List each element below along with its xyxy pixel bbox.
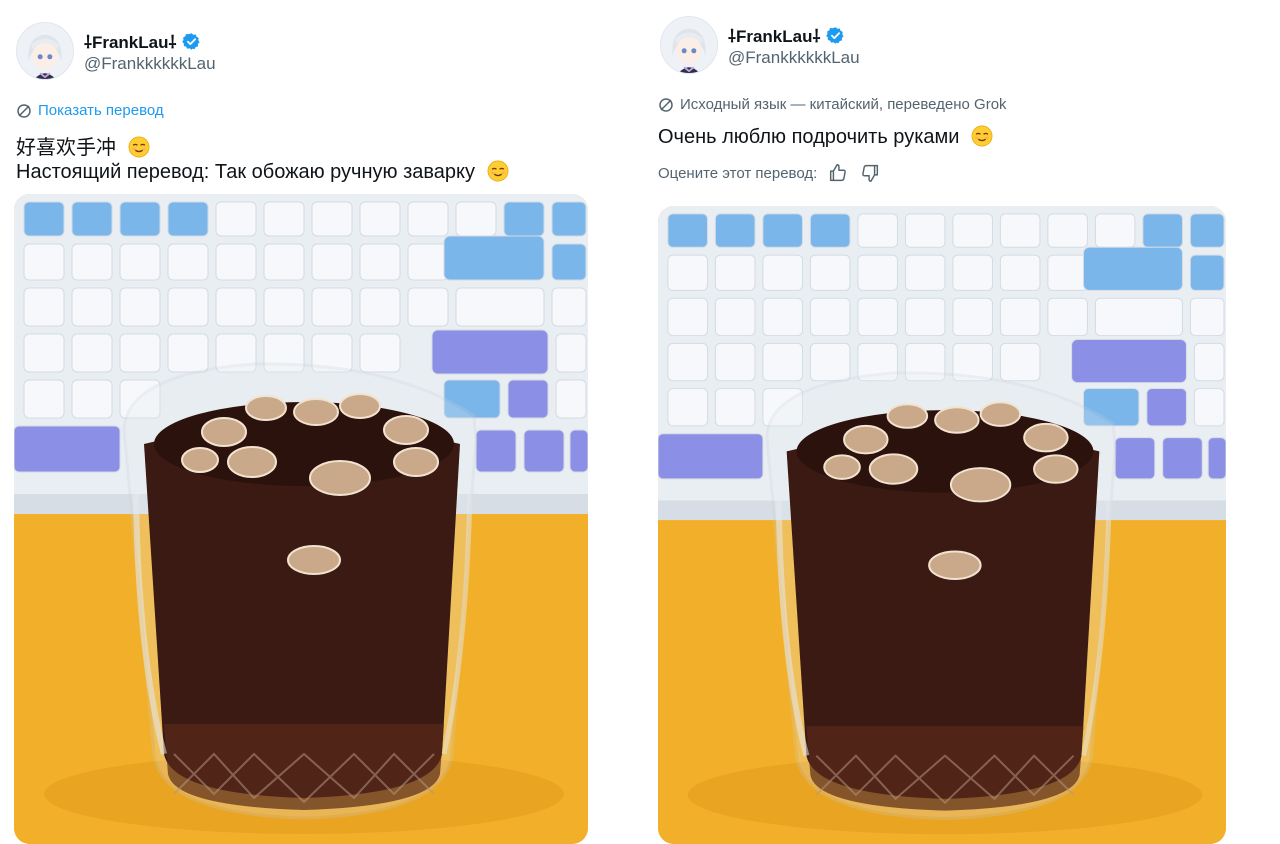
post-right: ⸸FrankLau⸸ @FrankkkkkkLau Исходный язык … [640, 0, 1280, 844]
author-name-row: ⸸FrankLau⸸ [84, 30, 201, 53]
post-text-line: Очень люблю подрочить руками [658, 126, 960, 148]
display-name[interactable]: ⸸FrankLau⸸ [84, 30, 176, 53]
avatar[interactable] [660, 16, 718, 74]
post-text-translated: Очень люблю подрочить руками [658, 125, 993, 149]
photo-glass-of-drink [658, 206, 1226, 844]
author-handle[interactable]: @FrankkkkkkLau [84, 54, 216, 74]
show-translation-link[interactable]: Показать перевод [38, 102, 164, 119]
relieved-face-emoji [971, 125, 993, 147]
display-name[interactable]: ⸸FrankLau⸸ [728, 24, 820, 47]
post-text-comment: Настоящий перевод: Так обожаю ручную зав… [16, 160, 509, 184]
post-text-line: Настоящий перевод: Так обожаю ручную зав… [16, 161, 475, 183]
thumbs-down-icon[interactable] [859, 162, 881, 184]
verified-badge-icon [182, 33, 201, 50]
show-translation-row: Показать перевод [16, 102, 164, 119]
post-text-original: 好喜欢手冲 [16, 131, 150, 160]
verified-badge-icon [826, 27, 845, 44]
avatar[interactable] [16, 22, 74, 80]
translation-info-text[interactable]: Исходный язык — китайский, переведено Gr… [680, 96, 1007, 113]
rate-translation-label: Оцените этот перевод: [658, 164, 818, 182]
author-name-row: ⸸FrankLau⸸ [728, 24, 845, 47]
post-photo[interactable] [658, 206, 1226, 844]
author-handle[interactable]: @FrankkkkkkLau [728, 48, 860, 68]
avatar-image [661, 17, 717, 73]
avatar-image [17, 23, 73, 79]
relieved-face-emoji [128, 136, 150, 158]
relieved-face-emoji [487, 160, 509, 182]
post-photo[interactable] [14, 194, 588, 844]
translate-globe-icon [659, 97, 673, 112]
thumbs-up-icon[interactable] [827, 162, 849, 184]
post-left: ⸸FrankLau⸸ @FrankkkkkkLau Показать перев… [0, 0, 620, 844]
post-text-line: 好喜欢手冲 [16, 137, 116, 159]
photo-glass-of-drink [14, 194, 588, 844]
rate-translation-row: Оцените этот перевод: [658, 162, 881, 184]
translation-info-row: Исходный язык — китайский, переведено Gr… [658, 96, 1007, 113]
translate-globe-icon [17, 103, 31, 118]
